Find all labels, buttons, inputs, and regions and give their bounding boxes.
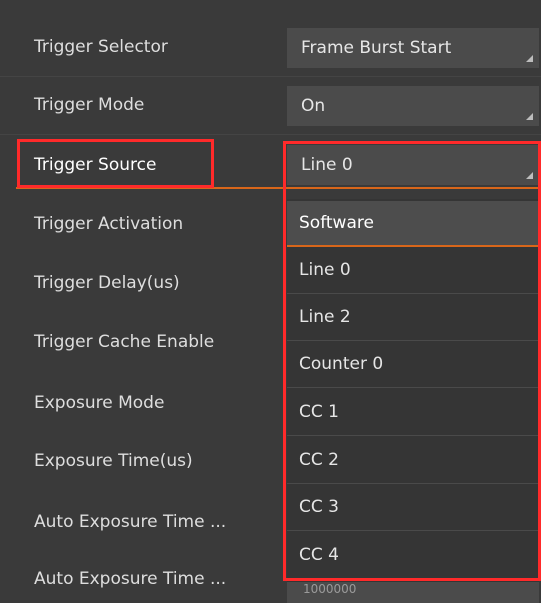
option-cc-3[interactable]: CC 3 [287,485,539,531]
row-separator [0,76,541,77]
label-auto-exposure-time-2: Auto Exposure Time ... [34,569,227,589]
label-exposure-mode: Exposure Mode [34,393,165,413]
resize-grip-icon [526,113,533,120]
resize-grip-icon [526,55,533,62]
resize-grip-icon [526,172,533,179]
trigger-mode-value: On [301,96,326,116]
selected-row-underline [16,187,541,189]
option-counter-0[interactable]: Counter 0 [287,342,539,388]
label-trigger-mode: Trigger Mode [34,95,145,115]
option-cc-2[interactable]: CC 2 [287,438,539,484]
option-software[interactable]: Software [287,201,539,247]
trigger-selector-value: Frame Burst Start [301,38,452,58]
label-trigger-delay: Trigger Delay(us) [34,273,180,293]
trigger-source-options-list: Software Line 0 Line 2 Counter 0 CC 1 CC… [287,199,539,582]
trigger-selector-dropdown[interactable]: Frame Burst Start [287,28,539,68]
label-auto-exposure-time-1: Auto Exposure Time ... [34,512,227,532]
label-exposure-time: Exposure Time(us) [34,451,193,471]
camera-parameter-panel: Trigger Selector Trigger Mode Trigger So… [0,0,541,603]
auto-exposure-time-value: 1000000 [303,582,357,596]
auto-exposure-time-field[interactable]: 1000000 [287,582,539,603]
label-trigger-activation: Trigger Activation [34,214,184,234]
option-cc-4[interactable]: CC 4 [287,533,539,579]
option-cc-1[interactable]: CC 1 [287,390,539,436]
option-line-2[interactable]: Line 2 [287,295,539,341]
label-trigger-cache-enable: Trigger Cache Enable [34,332,215,352]
trigger-source-dropdown[interactable]: Line 0 [287,145,539,185]
trigger-source-value: Line 0 [301,155,353,175]
trigger-mode-dropdown[interactable]: On [287,86,539,126]
label-trigger-selector: Trigger Selector [34,37,168,57]
row-separator [0,134,541,135]
option-line-0[interactable]: Line 0 [287,248,539,294]
label-trigger-source: Trigger Source [34,155,157,175]
